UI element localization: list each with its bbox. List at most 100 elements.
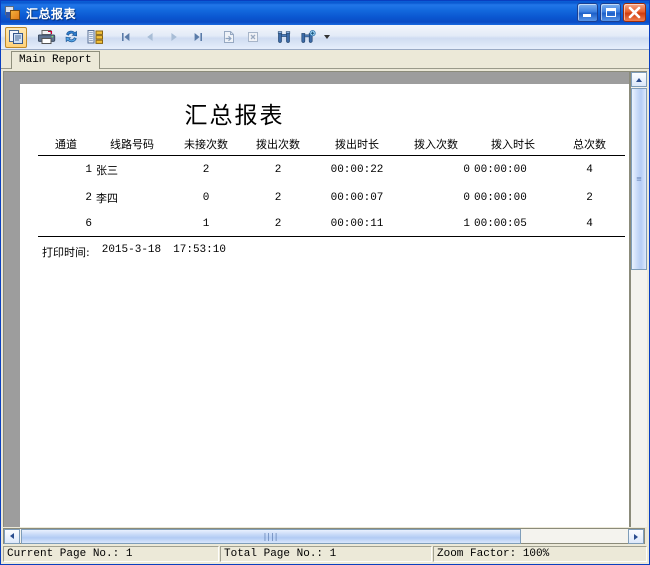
table-body: 1 张三 2 2 00:00:22 0 00:00:00 4 2 李四 0 2 … [38, 156, 625, 237]
last-page-icon [194, 33, 202, 41]
cell-incoming-count: 0 [463, 192, 470, 204]
status-current-page: Current Page No.: 1 [3, 546, 219, 562]
report-viewer: 汇总报表 通道 线路号码 未接次数 拨出次数 拨出时长 拨入次数 拨入时长 总次… [1, 69, 649, 545]
next-page-icon [171, 33, 177, 41]
toggle-group-tree-button[interactable] [84, 27, 106, 48]
cell-channel: 2 [85, 192, 92, 204]
tab-main-report[interactable]: Main Report [11, 51, 100, 69]
binoculars-zoom-icon [301, 30, 316, 43]
column-header-total-count: 总次数 [573, 138, 606, 151]
stop-loading-button[interactable] [242, 27, 264, 48]
column-header-outgoing-duration: 拨出时长 [335, 138, 379, 151]
scrollbar-grip-icon: |||| [263, 531, 279, 541]
cell-total-count: 4 [554, 212, 625, 237]
scroll-right-button[interactable] [628, 529, 644, 544]
export-report-button[interactable] [5, 26, 27, 48]
go-to-page-icon [224, 31, 234, 43]
go-to-page-button[interactable] [218, 27, 240, 48]
go-to-last-page-button[interactable] [187, 27, 209, 48]
column-header-incoming-duration: 拨入时长 [491, 138, 535, 151]
refresh-icon [65, 30, 77, 43]
print-time-value: 17:53:10 [173, 244, 226, 256]
close-icon [628, 6, 641, 19]
table-header-row: 通道 线路号码 未接次数 拨出次数 拨出时长 拨入次数 拨入时长 总次数 [38, 135, 625, 156]
window-title: 汇总报表 [26, 6, 77, 21]
cell-channel: 6 [38, 212, 94, 237]
previous-page-icon [147, 33, 153, 41]
cell-outgoing-count: 2 [242, 212, 314, 237]
go-to-first-page-button[interactable] [115, 27, 137, 48]
binoculars-icon [277, 31, 291, 43]
application-window: 汇总报表 Main Report 汇总报表 通道 线路号码 未接次数 拨出次数 … [0, 0, 650, 565]
column-header-line-number: 线路号码 [110, 138, 154, 151]
cell-total-count: 4 [586, 164, 593, 176]
status-zoom-factor: Zoom Factor: 100% [433, 546, 647, 562]
maximize-button[interactable] [600, 3, 621, 22]
cell-line-number: 张三 [96, 166, 118, 178]
export-icon [8, 30, 23, 44]
report-viewer-inner: 汇总报表 通道 线路号码 未接次数 拨出次数 拨出时长 拨入次数 拨入时长 总次… [3, 71, 647, 527]
scroll-up-button[interactable] [631, 72, 647, 87]
cell-missed-count: 2 [202, 164, 210, 176]
status-total-page: Total Page No.: 1 [220, 546, 432, 562]
horizontal-scrollbar-thumb[interactable]: |||| [21, 528, 521, 544]
cell-incoming-duration: 00:00:00 [474, 164, 527, 176]
scrollbar-grip-icon: ≡ [636, 174, 642, 183]
print-time-line: 打印时间: 2015-3-18 17:53:10 [42, 244, 629, 260]
printer-icon [38, 30, 56, 44]
cell-incoming-duration: 00:00:00 [474, 192, 527, 204]
table-row: 6 1 2 00:00:11 1 00:00:05 4 [38, 212, 625, 237]
print-time-label: 打印时间: [42, 246, 90, 259]
cell-incoming-count: 0 [463, 164, 470, 176]
column-header-incoming-count: 拨入次数 [414, 138, 458, 151]
report-content: 汇总报表 通道 线路号码 未接次数 拨出次数 拨出时长 拨入次数 拨入时长 总次… [20, 96, 629, 260]
cell-outgoing-duration: 00:00:07 [330, 192, 384, 204]
table-row: 1 张三 2 2 00:00:22 0 00:00:00 4 [38, 156, 625, 185]
report-canvas: 汇总报表 通道 线路号码 未接次数 拨出次数 拨出时长 拨入次数 拨入时长 总次… [4, 72, 630, 527]
window-controls [577, 3, 646, 22]
vertical-scrollbar-thumb[interactable]: ≡ [631, 88, 647, 270]
report-tab-strip: Main Report [1, 50, 649, 69]
cell-incoming-count: 1 [400, 212, 472, 237]
toolbar [1, 25, 649, 50]
stop-icon [248, 32, 258, 42]
cell-missed-count: 0 [202, 192, 210, 204]
report-page: 汇总报表 通道 线路号码 未接次数 拨出次数 拨出时长 拨入次数 拨入时长 总次… [20, 84, 629, 527]
table-row: 2 李四 0 2 00:00:07 0 00:00:00 2 [38, 184, 625, 212]
group-tree-icon [87, 30, 103, 44]
application-icon [5, 5, 21, 21]
title-bar: 汇总报表 [1, 1, 649, 25]
cell-total-count: 2 [586, 192, 593, 204]
refresh-button[interactable] [60, 27, 82, 48]
cell-missed-count: 1 [170, 212, 242, 237]
column-header-outgoing-count: 拨出次数 [256, 138, 300, 151]
go-to-next-page-button[interactable] [163, 27, 185, 48]
first-page-icon [122, 33, 130, 41]
scroll-left-button[interactable] [4, 528, 20, 544]
status-bar: Current Page No.: 1 Total Page No.: 1 Zo… [1, 545, 649, 564]
print-date-value: 2015-3-18 [101, 244, 162, 256]
cell-line-number [94, 212, 170, 237]
horizontal-scrollbar-row: |||| [3, 527, 647, 545]
print-report-button[interactable] [36, 27, 58, 48]
horizontal-scrollbar[interactable]: |||| [3, 528, 645, 544]
cell-outgoing-duration: 00:00:11 [314, 212, 400, 237]
column-header-channel: 通道 [55, 138, 77, 151]
vertical-scrollbar[interactable]: ≡ [630, 72, 647, 527]
zoom-dropdown-arrow[interactable] [321, 27, 332, 48]
summary-table: 通道 线路号码 未接次数 拨出次数 拨出时长 拨入次数 拨入时长 总次数 1 张… [38, 135, 625, 237]
cell-outgoing-count: 2 [274, 192, 282, 204]
cell-channel: 1 [85, 164, 92, 176]
table-header: 通道 线路号码 未接次数 拨出次数 拨出时长 拨入次数 拨入时长 总次数 [38, 135, 625, 156]
cell-outgoing-duration: 00:00:22 [330, 164, 384, 176]
cell-incoming-duration: 00:00:05 [472, 212, 554, 237]
report-title: 汇总报表 [184, 103, 285, 129]
cell-line-number: 李四 [96, 194, 118, 206]
minimize-button[interactable] [577, 3, 598, 22]
cell-outgoing-count: 2 [274, 164, 282, 176]
column-header-missed-count: 未接次数 [184, 138, 228, 151]
close-button[interactable] [623, 3, 646, 22]
search-text-button[interactable] [273, 27, 295, 48]
zoom-button[interactable] [297, 27, 319, 48]
go-to-previous-page-button[interactable] [139, 27, 161, 48]
